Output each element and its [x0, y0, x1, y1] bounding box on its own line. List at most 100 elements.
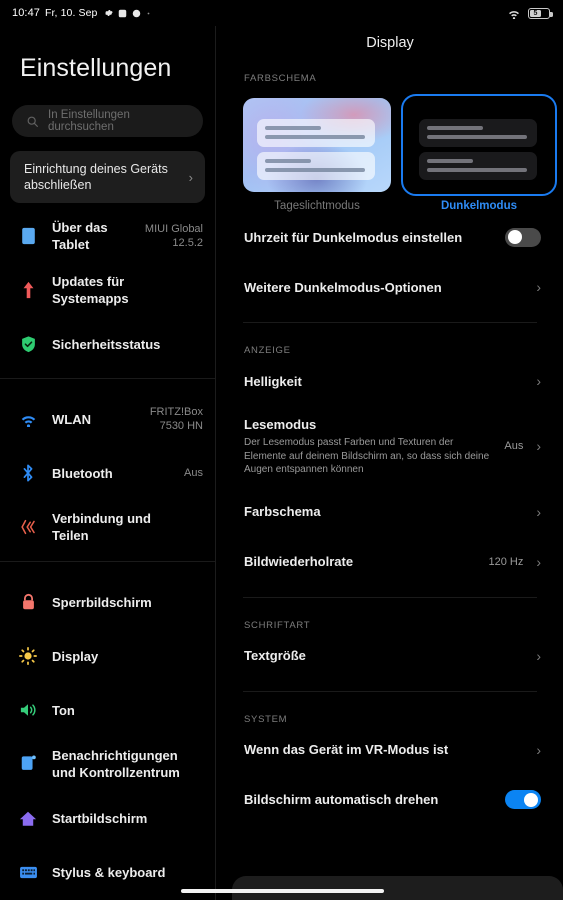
dot-icon [146, 11, 151, 16]
status-bar-right: 5 [507, 7, 563, 19]
bluetooth-icon [18, 463, 38, 483]
sidebar-item-label: Ton [52, 702, 75, 718]
sidebar-item-lockscreen[interactable]: Sperrbildschirm [0, 575, 215, 629]
search-input[interactable]: In Einstellungen durchsuchen [12, 105, 203, 137]
row-text-size[interactable]: Textgröße › [217, 631, 563, 681]
row-title: Bildwiederholrate [244, 554, 354, 569]
status-time: 10:47 [12, 7, 41, 19]
sidebar-item-value: Aus [184, 467, 203, 479]
status-bar-left: 10:47 Fr, 10. Sep [0, 7, 151, 19]
square-icon [118, 9, 127, 18]
home-indicator[interactable] [181, 889, 384, 893]
chevron-right-icon: › [536, 279, 541, 295]
battery-icon: 5 [528, 7, 553, 19]
tablet-screen: 10:47 Fr, 10. Sep 5 Einstellungen In Ein… [0, 0, 563, 900]
search-icon [26, 115, 39, 128]
row-title: Textgröße [244, 648, 306, 663]
theme-option-dark[interactable]: Dunkelmodus [401, 94, 557, 212]
sidebar-group-personalization: Sperrbildschirm Display Ton Benachrichti… [0, 569, 215, 899]
row-auto-rotate[interactable]: Bildschirm automatisch drehen [217, 775, 563, 825]
row-title: Wenn das Gerät im VR-Modus ist [244, 742, 449, 757]
sidebar-item-security-status[interactable]: Sicherheitsstatus [0, 317, 215, 371]
speaker-icon [18, 700, 38, 720]
row-vr-mode[interactable]: Wenn das Gerät im VR-Modus ist › [217, 725, 563, 775]
auto-rotate-toggle[interactable] [505, 790, 541, 809]
sidebar-item-label: Startbildschirm [52, 810, 148, 826]
tablet-icon [18, 226, 38, 246]
battery-level: 5 [533, 9, 538, 17]
row-color-scheme[interactable]: Farbschema › [217, 487, 563, 537]
color-scheme-options: Tageslichtmodus Dunkelmodus [217, 84, 563, 212]
keyboard-icon [18, 862, 38, 882]
setup-device-card[interactable]: Einrichtung deines Geräts abschließen › [10, 151, 205, 203]
setup-device-label: Einrichtung deines Geräts abschließen [24, 162, 168, 192]
sidebar-item-label: Display [52, 648, 99, 664]
sidebar-item-sound[interactable]: Ton [0, 683, 215, 737]
page-title: Einstellungen [20, 54, 172, 82]
schriftart-rows: Textgröße › [217, 631, 563, 681]
sidebar-item-system-app-updates[interactable]: Updates für Systemapps [0, 263, 215, 317]
row-reading-mode[interactable]: Lesemodus Der Lesemodus passt Farben und… [217, 406, 563, 487]
sidebar-item-wlan[interactable]: WLAN FRITZ!Box 7530 HN [0, 392, 215, 446]
row-value: 120 Hz [488, 555, 524, 568]
sidebar-item-label: Bluetooth [52, 465, 113, 481]
theme-option-light[interactable]: Tageslichtmodus [243, 98, 391, 212]
row-title: Weitere Dunkelmodus-Optionen [244, 279, 442, 295]
sidebar-item-about-tablet[interactable]: Über das Tablet MIUI Global 12.5.2 [0, 209, 215, 263]
row-more-dark-mode-options[interactable]: Weitere Dunkelmodus-Optionen › [217, 262, 563, 312]
section-label-schriftart: SCHRIFTART [244, 619, 311, 631]
section-label-anzeige: ANZEIGE [244, 345, 291, 356]
theme-thumbnail-dark[interactable] [401, 94, 557, 196]
section-label-system: SYSTEM [244, 713, 288, 725]
status-date: Fr, 10. Sep [45, 7, 98, 19]
theme-caption-dark: Dunkelmodus [440, 200, 518, 212]
chevron-right-icon: › [536, 647, 541, 664]
sidebar-item-label: Verbindung und Teilen [52, 511, 151, 543]
update-arrow-icon [18, 280, 38, 300]
row-value: Aus [504, 440, 524, 453]
row-description: Der Lesemodus passt Farben und Texturen … [244, 437, 490, 475]
row-title: Uhrzeit für Dunkelmodus einstellen [244, 229, 463, 245]
sidebar-group-device: Über das Tablet MIUI Global 12.5.2 Updat… [0, 203, 215, 371]
circle-icon [132, 9, 141, 18]
system-rows: Wenn das Gerät im VR-Modus ist › Bildsch… [217, 725, 563, 825]
panel-title: Display [366, 35, 414, 51]
sidebar-item-homescreen[interactable]: Startbildschirm [0, 791, 215, 845]
brightness-sun-icon [18, 646, 38, 666]
chevron-right-icon: › [536, 438, 541, 455]
connection-share-icon [18, 517, 38, 537]
gear-icon [103, 8, 113, 18]
bottom-sheet-edge [232, 876, 563, 900]
sidebar-item-label: Sperrbildschirm [52, 594, 152, 610]
sidebar-item-label: WLAN [52, 411, 91, 427]
notification-icon [18, 754, 38, 774]
anzeige-rows: Helligkeit › Lesemodus Der Lesemodus pas… [217, 356, 563, 587]
settings-sidebar: Einstellungen In Einstellungen durchsuch… [0, 26, 216, 900]
row-title: Bildschirm automatisch drehen [244, 792, 439, 807]
sidebar-item-connection-sharing[interactable]: Verbindung und Teilen [0, 500, 215, 554]
chevron-right-icon: › [536, 553, 541, 570]
chevron-right-icon: › [536, 373, 541, 389]
dark-mode-schedule-toggle[interactable] [505, 227, 541, 247]
chevron-right-icon: › [188, 169, 193, 185]
sidebar-item-display[interactable]: Display [0, 629, 215, 683]
theme-thumbnail-light[interactable] [243, 98, 391, 192]
row-title: Lesemodus [244, 417, 317, 432]
row-refresh-rate[interactable]: Bildwiederholrate 120 Hz › [217, 537, 563, 587]
status-bar: 10:47 Fr, 10. Sep 5 [0, 0, 563, 26]
theme-caption-light: Tageslichtmodus [274, 200, 360, 212]
sidebar-item-value: FRITZ!Box 7530 HN [149, 406, 203, 432]
row-brightness[interactable]: Helligkeit › [217, 356, 563, 406]
lock-icon [18, 592, 38, 612]
sidebar-divider [0, 561, 215, 562]
sidebar-item-value: MIUI Global 12.5.2 [144, 223, 203, 249]
sidebar-group-connectivity: WLAN FRITZ!Box 7530 HN Bluetooth Aus Ver… [0, 386, 215, 554]
sidebar-item-label: Über das Tablet [52, 220, 108, 252]
chevron-right-icon: › [536, 741, 541, 758]
sidebar-item-label: Sicherheitsstatus [52, 336, 161, 352]
home-icon [18, 808, 38, 828]
farbschema-rows: Uhrzeit für Dunkelmodus einstellen Weite… [217, 212, 563, 312]
row-dark-mode-schedule[interactable]: Uhrzeit für Dunkelmodus einstellen [217, 212, 563, 262]
sidebar-item-bluetooth[interactable]: Bluetooth Aus [0, 446, 215, 500]
sidebar-item-notifications[interactable]: Benachrichtigungen und Kontrollzentrum [0, 737, 215, 791]
